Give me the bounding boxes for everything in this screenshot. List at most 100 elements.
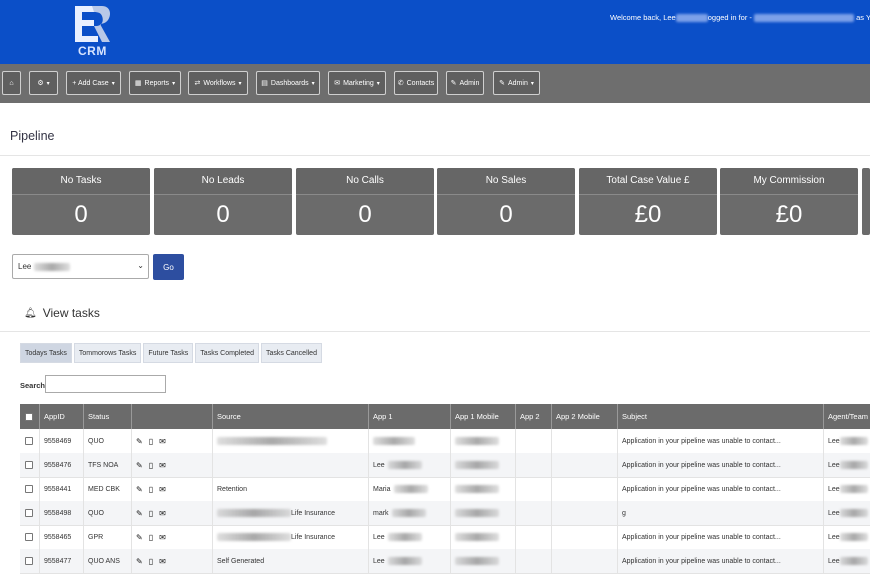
search-input[interactable] [45, 375, 166, 393]
contacts-link[interactable]: ✆ Contacts [394, 71, 438, 95]
tab-tasks-completed[interactable]: Tasks Completed [195, 343, 259, 363]
redacted-app1 [387, 557, 422, 565]
appid-cell: 9558477 [40, 549, 84, 573]
row-checkbox[interactable] [25, 533, 33, 541]
workflows-label: Workflows [203, 79, 236, 87]
row-checkbox[interactable] [25, 509, 33, 517]
source-cell: Retention [213, 477, 369, 501]
envelope-icon[interactable]: ✉ [159, 533, 166, 542]
envelope-icon[interactable]: ✉ [159, 437, 166, 446]
envelope-icon[interactable]: ✉ [159, 509, 166, 518]
appid-cell: 9558465 [40, 525, 84, 549]
mobile-icon[interactable]: ▯ [149, 557, 153, 566]
subject-cell: g [618, 501, 824, 525]
app2-cell [516, 549, 552, 573]
col-agent-team[interactable]: Agent/Team [824, 404, 870, 429]
col-subject[interactable]: Subject [618, 404, 824, 429]
table-row[interactable]: 9558477 QUO ANS ✎ ▯ ✉ Self Generated Lee A… [20, 549, 870, 574]
app2-mobile-cell [552, 501, 618, 525]
mobile-icon[interactable]: ▯ [149, 485, 153, 494]
tab-tomorrows-tasks[interactable]: Tommorows Tasks [73, 343, 142, 363]
go-button[interactable]: Go [153, 254, 184, 280]
wrench-icon: ✎ [450, 80, 457, 87]
app2-cell [516, 477, 552, 501]
app1-mobile-cell [451, 501, 516, 525]
envelope-icon: ✉ [334, 80, 341, 87]
home-button[interactable]: ⌂ [2, 71, 21, 95]
caret-down-icon: ▾ [172, 80, 176, 87]
agent-select[interactable]: Lee ⌄ [12, 254, 149, 279]
bell-icon: 🔔︎ [24, 307, 37, 319]
edit-icon[interactable]: ✎ [136, 485, 143, 494]
subject-cell: Application in your pipeline was unable … [618, 477, 824, 501]
envelope-icon[interactable]: ✉ [159, 557, 166, 566]
redacted-name [675, 14, 708, 23]
redacted-mobile [455, 461, 499, 469]
dashboards-menu[interactable]: ▤ Dashboards ▾ [256, 71, 320, 95]
actions-cell: ✎ ▯ ✉ [132, 429, 213, 453]
table-row[interactable]: 9558465 GPR ✎ ▯ ✉ Life Insurance Lee Appli… [20, 525, 870, 550]
mobile-icon[interactable]: ▯ [149, 533, 153, 542]
stat-value: £0 [775, 201, 803, 228]
col-appid[interactable]: AppID [40, 404, 84, 429]
subject-cell: Application in your pipeline was unable … [618, 549, 824, 573]
caret-down-icon: ▾ [46, 80, 50, 87]
subject-cell: Application in your pipeline was unable … [618, 525, 824, 549]
admin-link[interactable]: ✎ Admin [446, 71, 484, 95]
col-status[interactable]: Status [84, 404, 132, 429]
edit-icon[interactable]: ✎ [136, 557, 143, 566]
col-app1-mobile[interactable]: App 1 Mobile [451, 404, 516, 429]
workflows-menu[interactable]: ⇄ Workflows ▾ [188, 71, 248, 95]
row-checkbox[interactable] [25, 437, 33, 445]
stat-card-partial [862, 168, 870, 235]
col-app2[interactable]: App 2 [516, 404, 552, 429]
chart-icon: ▦ [134, 80, 142, 87]
agent-cell: Lee [824, 477, 870, 501]
envelope-icon[interactable]: ✉ [159, 485, 166, 494]
tab-tasks-cancelled[interactable]: Tasks Cancelled [261, 343, 322, 363]
edit-icon[interactable]: ✎ [136, 461, 143, 470]
redacted-mobile [455, 437, 499, 445]
row-checkbox[interactable] [25, 461, 33, 469]
app1-cell: mark [369, 501, 451, 525]
row-checkbox[interactable] [25, 485, 33, 493]
col-source[interactable]: Source [213, 404, 369, 429]
actions-cell: ✎ ▯ ✉ [132, 501, 213, 525]
select-all-header [20, 404, 40, 429]
table-row[interactable]: 9558469 QUO ✎ ▯ ✉ Application in your pipe… [20, 429, 870, 454]
stat-card-no-calls: No Calls 0 [296, 168, 434, 235]
settings-menu-button[interactable]: ⚙ ▾ [29, 71, 58, 95]
edit-icon[interactable]: ✎ [136, 509, 143, 518]
admin-menu[interactable]: ✎ Admin ▾ [493, 71, 540, 95]
agent-text: Lee [828, 533, 840, 541]
mobile-icon[interactable]: ▯ [149, 461, 153, 470]
tab-future-tasks[interactable]: Future Tasks [143, 343, 194, 363]
envelope-icon[interactable]: ✉ [159, 461, 166, 470]
col-app1[interactable]: App 1 [369, 404, 451, 429]
agent-text: Lee [828, 461, 840, 469]
stat-card-my-commission: My Commission £0 [720, 168, 858, 235]
table-row[interactable]: 9558441 MED CBK ✎ ▯ ✉ Retention Maria Appl… [20, 477, 870, 502]
select-all-checkbox[interactable] [25, 412, 33, 421]
edit-icon[interactable]: ✎ [136, 437, 143, 446]
company-logo[interactable]: CRM [72, 4, 114, 60]
col-app2-mobile[interactable]: App 2 Mobile [552, 404, 618, 429]
tab-todays-tasks[interactable]: Todays Tasks [20, 343, 72, 363]
mobile-icon[interactable]: ▯ [149, 509, 153, 518]
appid-cell: 9558498 [40, 501, 84, 525]
page-title: Pipeline [10, 129, 55, 143]
app2-mobile-cell [552, 453, 618, 477]
reports-menu[interactable]: ▦ Reports ▾ [129, 71, 181, 95]
edit-icon[interactable]: ✎ [136, 533, 143, 542]
row-checkbox[interactable] [25, 557, 33, 565]
table-row[interactable]: 9558498 QUO ✎ ▯ ✉ Life Insurance mark g Le… [20, 501, 870, 526]
add-case-menu[interactable]: + Add Case ▾ [66, 71, 121, 95]
app1-cell: Lee [369, 549, 451, 573]
source-cell: Self Generated [213, 549, 369, 573]
table-row[interactable]: 9558476 TFS NOA ✎ ▯ ✉ Lee Application in y… [20, 453, 870, 478]
marketing-menu[interactable]: ✉ Marketing ▾ [328, 71, 386, 95]
caret-down-icon: ▾ [238, 80, 242, 87]
divider [0, 155, 870, 156]
mobile-icon[interactable]: ▯ [149, 437, 153, 446]
redacted-agent [839, 485, 868, 493]
